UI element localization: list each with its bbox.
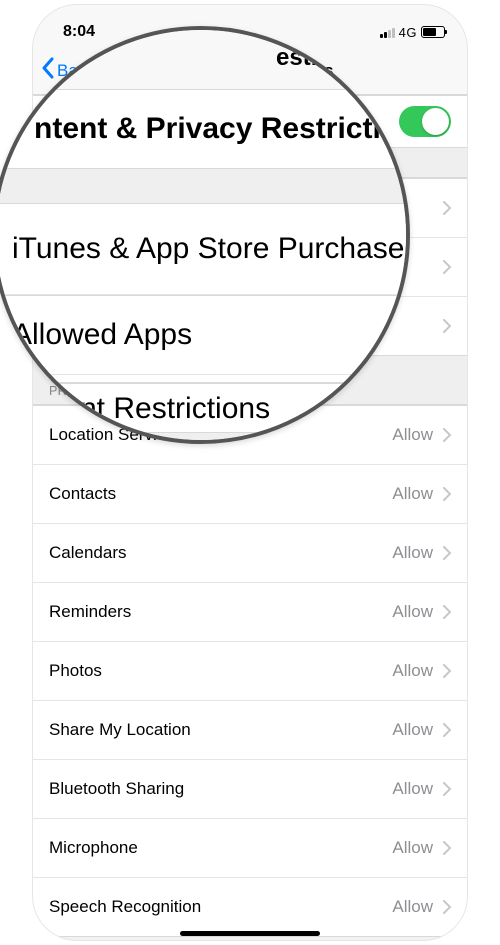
cell-microphone[interactable]: Microphone Allow [33,819,467,878]
privacy-list: Location Services Allow Contacts Allow C… [33,405,467,937]
status-bar: 8:04 4G [33,5,467,47]
chevron-right-icon [443,201,451,215]
toggle-label: Content & Privacy Restrictions [49,113,252,130]
cell-value: Allow [392,838,433,858]
chevron-right-icon [443,900,451,914]
signal-icon [380,27,395,38]
privacy-section-header: Privacy [33,356,467,405]
back-label: Back [57,61,95,81]
cell-bluetooth-sharing[interactable]: Bluetooth Sharing Allow [33,760,467,819]
cell-value: Allow [392,661,433,681]
cell-label: Speech Recognition [49,897,201,917]
cell-itunes-purchases[interactable]: iTunes & App Store Purchases [33,179,467,238]
chevron-right-icon [443,487,451,501]
cell-label: Contacts [49,484,116,504]
group-gap [33,148,467,178]
cell-label: Reminders [49,602,131,622]
cell-value: Allow [392,484,433,504]
page-title: Content Restrictions [33,61,467,81]
cell-label: Content Restrictions [49,316,202,336]
cell-label: Microphone [49,838,138,858]
cell-value: Allow [392,897,433,917]
cell-value: Allow [392,720,433,740]
cell-label: Location Services [49,425,183,445]
phone-frame: 8:04 4G Back Content Restrictions Conten… [33,5,467,940]
toggle-group: Content & Privacy Restrictions [33,95,467,148]
cell-value: Allow [392,602,433,622]
cell-share-my-location[interactable]: Share My Location Allow [33,701,467,760]
cell-value: Allow [392,779,433,799]
chevron-right-icon [443,546,451,560]
chevron-right-icon [443,841,451,855]
navbar: Back Content Restrictions [33,47,467,95]
cell-label: Calendars [49,543,127,563]
cell-label: Bluetooth Sharing [49,779,184,799]
chevron-right-icon [443,319,451,333]
cell-contacts[interactable]: Contacts Allow [33,465,467,524]
cell-calendars[interactable]: Calendars Allow [33,524,467,583]
back-button[interactable]: Back [41,57,95,84]
cell-label: Allowed Apps [49,257,151,277]
chevron-right-icon [443,782,451,796]
cell-label: Photos [49,661,102,681]
cell-value: Allow [392,543,433,563]
cell-content-restrictions[interactable]: Content Restrictions [33,297,467,356]
cell-label: Share My Location [49,720,191,740]
status-right: 4G [380,25,445,40]
cell-label: iTunes & App Store Purchases [49,198,280,218]
cell-photos[interactable]: Photos Allow [33,642,467,701]
chevron-right-icon [443,605,451,619]
main-items-list: iTunes & App Store Purchases Allowed App… [33,178,467,356]
cell-speech-recognition[interactable]: Speech Recognition Allow [33,878,467,937]
chevron-right-icon [443,664,451,678]
cell-allowed-apps[interactable]: Allowed Apps [33,238,467,297]
status-time: 8:04 [63,23,95,41]
network-label: 4G [399,25,417,40]
content-privacy-toggle-row: Content & Privacy Restrictions [33,96,467,148]
battery-icon [421,26,445,38]
chevron-right-icon [443,260,451,274]
cell-value: Allow [392,425,433,445]
home-indicator[interactable] [180,931,320,936]
chevron-right-icon [443,428,451,442]
cell-reminders[interactable]: Reminders Allow [33,583,467,642]
content-privacy-toggle[interactable] [399,106,451,137]
chevron-left-icon [41,57,54,84]
cell-location-services[interactable]: Location Services Allow [33,406,467,465]
chevron-right-icon [443,723,451,737]
